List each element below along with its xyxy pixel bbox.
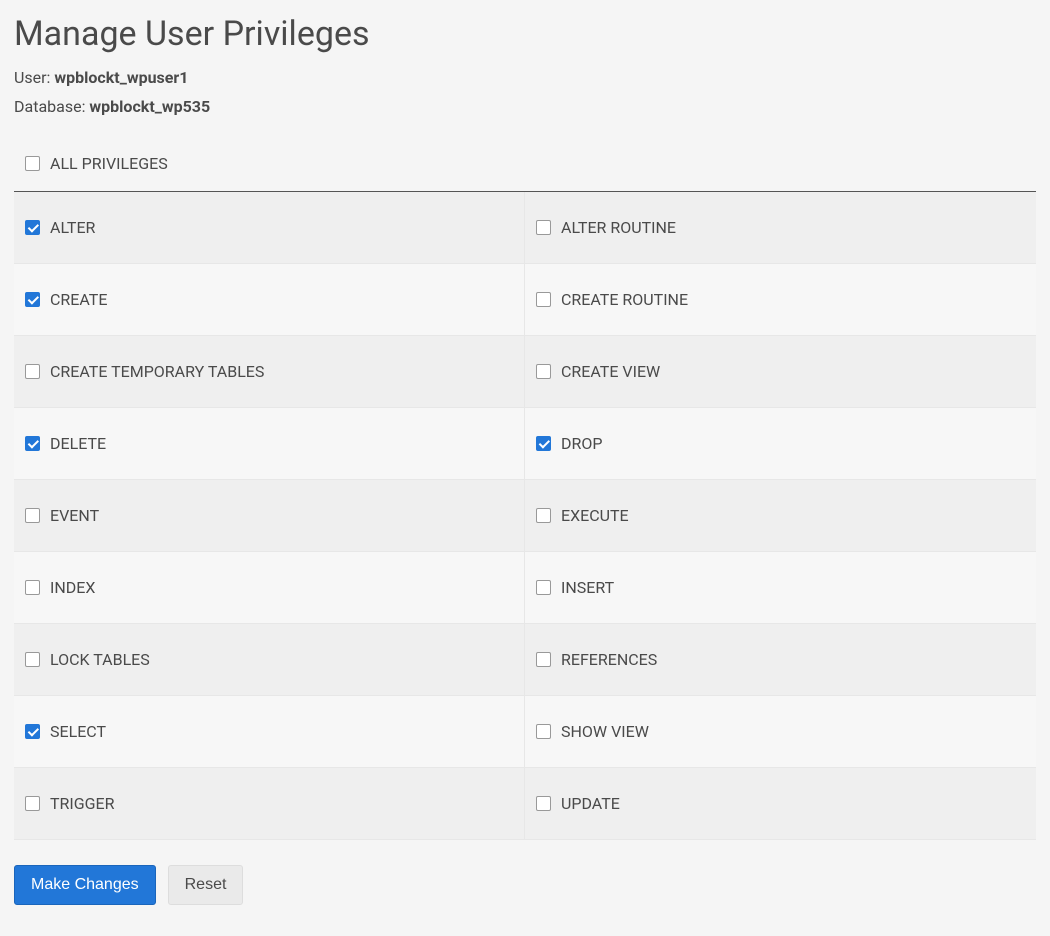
privilege-checkbox[interactable] xyxy=(536,652,551,667)
privilege-label: CREATE xyxy=(50,290,107,309)
privilege-checkbox[interactable] xyxy=(536,580,551,595)
privilege-checkbox[interactable] xyxy=(25,652,40,667)
actions-row: Make Changes Reset xyxy=(14,865,1036,905)
privilege-label: CREATE VIEW xyxy=(561,362,660,381)
privilege-label: EVENT xyxy=(50,506,99,525)
privilege-row: INDEX INSERT xyxy=(14,552,1036,624)
privilege-row: CREATE CREATE ROUTINE xyxy=(14,264,1036,336)
privilege-cell: UPDATE xyxy=(525,768,1036,839)
privilege-cell: INSERT xyxy=(525,552,1036,623)
privilege-checkbox[interactable] xyxy=(536,220,551,235)
user-label: User: xyxy=(14,68,54,87)
privilege-label: DROP xyxy=(561,434,602,453)
privilege-checkbox[interactable] xyxy=(25,364,40,379)
privilege-row: SELECT SHOW VIEW xyxy=(14,696,1036,768)
privilege-checkbox[interactable] xyxy=(25,220,40,235)
privilege-label: CREATE TEMPORARY TABLES xyxy=(50,362,264,381)
privilege-cell: ALTER ROUTINE xyxy=(525,192,1036,263)
privilege-label: REFERENCES xyxy=(561,650,657,669)
privilege-label: SHOW VIEW xyxy=(561,722,649,741)
privilege-cell: REFERENCES xyxy=(525,624,1036,695)
privilege-checkbox[interactable] xyxy=(536,292,551,307)
privilege-cell: ALTER xyxy=(14,192,525,263)
page-title: Manage User Privileges xyxy=(14,14,1036,54)
privilege-checkbox[interactable] xyxy=(25,436,40,451)
privilege-label: ALTER xyxy=(50,218,95,237)
database-label: Database: xyxy=(14,97,89,116)
privilege-cell: DELETE xyxy=(14,408,525,479)
privilege-label: LOCK TABLES xyxy=(50,650,150,669)
privilege-label: CREATE ROUTINE xyxy=(561,290,688,309)
privilege-row: CREATE TEMPORARY TABLES CREATE VIEW xyxy=(14,336,1036,408)
privilege-label: INSERT xyxy=(561,578,614,597)
reset-button[interactable]: Reset xyxy=(168,865,244,905)
privilege-cell: LOCK TABLES xyxy=(14,624,525,695)
privilege-cell: EVENT xyxy=(14,480,525,551)
privilege-checkbox[interactable] xyxy=(25,724,40,739)
privilege-cell: SHOW VIEW xyxy=(525,696,1036,767)
user-value: wpblockt_wpuser1 xyxy=(54,68,188,87)
privilege-cell: INDEX xyxy=(14,552,525,623)
privilege-label: TRIGGER xyxy=(50,794,115,813)
make-changes-button[interactable]: Make Changes xyxy=(14,865,156,905)
all-privileges-checkbox[interactable] xyxy=(25,156,40,171)
privilege-row: ALTER ALTER ROUTINE xyxy=(14,192,1036,264)
privilege-label: UPDATE xyxy=(561,794,620,813)
all-privileges-row: ALL PRIVILEGES xyxy=(14,136,1036,192)
privilege-checkbox[interactable] xyxy=(536,724,551,739)
privilege-checkbox[interactable] xyxy=(536,436,551,451)
privilege-cell: CREATE ROUTINE xyxy=(525,264,1036,335)
privilege-cell: CREATE TEMPORARY TABLES xyxy=(14,336,525,407)
user-line: User: wpblockt_wpuser1 xyxy=(14,68,1036,87)
privilege-checkbox[interactable] xyxy=(536,796,551,811)
privilege-label: DELETE xyxy=(50,434,106,453)
privilege-row: LOCK TABLES REFERENCES xyxy=(14,624,1036,696)
privilege-cell: EXECUTE xyxy=(525,480,1036,551)
privilege-checkbox[interactable] xyxy=(25,580,40,595)
privilege-cell: SELECT xyxy=(14,696,525,767)
privilege-checkbox[interactable] xyxy=(25,796,40,811)
privilege-cell: CREATE VIEW xyxy=(525,336,1036,407)
privileges-table: ALTERALTER ROUTINECREATECREATE ROUTINECR… xyxy=(14,192,1036,840)
privilege-checkbox[interactable] xyxy=(25,292,40,307)
privilege-checkbox[interactable] xyxy=(25,508,40,523)
privilege-checkbox[interactable] xyxy=(536,508,551,523)
database-line: Database: wpblockt_wp535 xyxy=(14,97,1036,116)
privilege-label: EXECUTE xyxy=(561,506,629,525)
privilege-label: ALTER ROUTINE xyxy=(561,218,676,237)
privilege-cell: TRIGGER xyxy=(14,768,525,839)
database-value: wpblockt_wp535 xyxy=(89,97,210,116)
all-privileges-label: ALL PRIVILEGES xyxy=(50,154,168,173)
privilege-label: SELECT xyxy=(50,722,106,741)
privilege-cell: CREATE xyxy=(14,264,525,335)
privilege-row: DELETE DROP xyxy=(14,408,1036,480)
privilege-row: TRIGGER UPDATE xyxy=(14,768,1036,840)
privilege-cell: DROP xyxy=(525,408,1036,479)
privilege-checkbox[interactable] xyxy=(536,364,551,379)
privilege-label: INDEX xyxy=(50,578,95,597)
privilege-row: EVENT EXECUTE xyxy=(14,480,1036,552)
